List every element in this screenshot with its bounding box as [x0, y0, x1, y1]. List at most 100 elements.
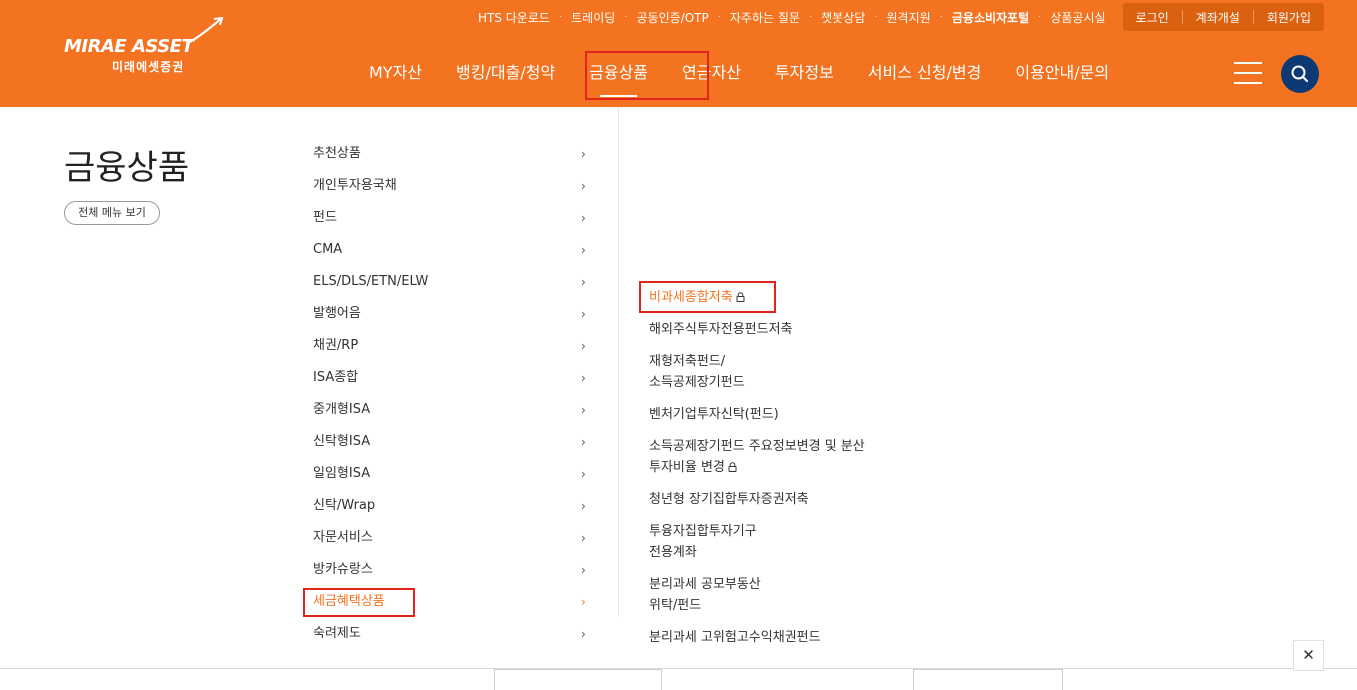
partial-input[interactable] [913, 669, 1063, 690]
submenu-item-label: 분리과세 고위험고수익채권펀드 [649, 630, 821, 645]
lnb-item-label: ELS/DLS/ETN/ELW [313, 274, 429, 289]
lnb-item[interactable]: 펀드 › [313, 202, 593, 234]
lnb-item-label: 채권/RP [313, 338, 359, 353]
submenu-item-label: 해외주식투자전용펀드저축 [649, 322, 793, 337]
close-icon: ✕ [1302, 646, 1315, 664]
submenu-item-label: 전용계좌 [649, 545, 697, 560]
main-nav: MY자산 뱅킹/대출/청약 금융상품 연금자산 투자정보 서비스 신청/변경 이… [352, 55, 1126, 97]
gnb-my-assets[interactable]: MY자산 [352, 55, 439, 91]
search-button[interactable] [1281, 55, 1319, 93]
chevron-right-icon: › [581, 307, 586, 321]
lnb-item-label: 신탁/Wrap [313, 498, 376, 513]
mirae-asset-logo[interactable]: MIRAE ASSET 미래에셋증권 [64, 16, 234, 78]
submenu-item-label: 소득공제장기펀드 [649, 375, 745, 390]
lnb-item-label: ISA종합 [313, 370, 359, 385]
submenu-item[interactable]: 소득공제장기펀드 주요정보변경 및 분산투자비율 변경 [649, 436, 919, 478]
login-link[interactable]: 로그인 [1123, 9, 1182, 26]
account-links: 로그인 계좌개설 회원가입 [1122, 3, 1324, 31]
lnb-item-label: 펀드 [313, 210, 337, 225]
lnb-item-label: 개인투자용국채 [313, 178, 397, 193]
logo-text-ko: 미래에셋증권 [112, 60, 185, 74]
chevron-right-icon: › [581, 595, 586, 609]
util-link-disclosure[interactable]: 상품공시실 [1041, 9, 1114, 26]
menu-divider [618, 107, 619, 617]
submenu-item-label: 투자비율 변경 [649, 460, 725, 475]
chevron-right-icon: › [581, 499, 586, 513]
lnb-item[interactable]: 숙려제도 › [313, 618, 593, 650]
partial-input[interactable] [494, 669, 662, 690]
submenu-item[interactable]: 벤처기업투자신탁(펀드) [649, 404, 919, 425]
category-menu: 추천상품 › 개인투자용국채 › 펀드 › CMA › ELS/DLS/ETN/ELW › 발행어음… [313, 138, 593, 650]
submenu-item[interactable]: 청년형 장기집합투자증권저축 [649, 489, 919, 510]
chevron-right-icon: › [581, 371, 586, 385]
util-link-remote[interactable]: 원격지원 [878, 9, 940, 26]
lnb-item-label: 일임형ISA [313, 466, 371, 481]
gnb-guide-inquiry[interactable]: 이용안내/문의 [998, 55, 1126, 91]
util-link-hts[interactable]: HTS 다운로드 [469, 9, 559, 26]
chevron-right-icon: › [581, 243, 586, 257]
chevron-right-icon: › [581, 147, 586, 161]
lnb-item[interactable]: 채권/RP › [313, 330, 593, 362]
search-icon [1291, 65, 1309, 83]
lnb-item[interactable]: 일임형ISA › [313, 458, 593, 490]
gnb-investment-info[interactable]: 투자정보 [758, 55, 851, 91]
lnb-item-label: 추천상품 [313, 146, 361, 161]
submenu-item-label: 분리과세 공모부동산 [649, 577, 761, 592]
lnb-item[interactable]: 추천상품 › [313, 138, 593, 170]
gnb-annotation-box [585, 51, 709, 100]
lnb-item[interactable]: ELS/DLS/ETN/ELW › [313, 266, 593, 298]
submenu-item[interactable]: 재형저축펀드/소득공제장기펀드 [649, 351, 919, 393]
utility-nav: HTS 다운로드 · 트레이딩 · 공동인증/OTP · 자주하는 질문 · 챗… [469, 3, 1324, 31]
lnb-item[interactable]: 신탁/Wrap › [313, 490, 593, 522]
open-account-link[interactable]: 계좌개설 [1183, 9, 1253, 26]
lock-icon [728, 458, 737, 472]
lnb-item[interactable]: 신탁형ISA › [313, 426, 593, 458]
lnb-item[interactable]: 개인투자용국채 › [313, 170, 593, 202]
submenu-item[interactable]: 해외주식투자전용펀드저축 [649, 319, 919, 340]
util-link-chatbot[interactable]: 챗봇상담 [812, 9, 874, 26]
submenu-annotation-box [639, 281, 776, 313]
submenu-item[interactable]: 분리과세 고위험고수익채권펀드 [649, 627, 919, 648]
lnb-item-label: 자문서비스 [313, 530, 373, 545]
lnb-item[interactable]: 자문서비스 › [313, 522, 593, 554]
submenu-list: 비과세종합저축 해외주식투자전용펀드저축 재형저축펀드/소득공제장기펀드 벤처기업투자… [649, 287, 919, 659]
lnb-item-label: 방카슈랑스 [313, 562, 373, 577]
lnb-item[interactable]: ISA종합 › [313, 362, 593, 394]
util-link-consumer-portal[interactable]: 금융소비자포털 [943, 9, 1038, 26]
submenu-item-label: 재형저축펀드/ [649, 354, 726, 369]
util-link-cert[interactable]: 공동인증/OTP [627, 9, 717, 26]
chevron-right-icon: › [581, 467, 586, 481]
lnb-item-label: 숙려제도 [313, 626, 361, 641]
gnb-service-request[interactable]: 서비스 신청/변경 [851, 55, 999, 91]
chevron-right-icon: › [581, 627, 586, 641]
gnb-banking[interactable]: 뱅킹/대출/청약 [439, 55, 572, 91]
lnb-item[interactable]: CMA › [313, 234, 593, 266]
submenu-item-label: 위탁/펀드 [649, 598, 702, 613]
lnb-item-label: 발행어음 [313, 306, 361, 321]
submenu-item[interactable]: 분리과세 공모부동산위탁/펀드 [649, 574, 919, 616]
chevron-right-icon: › [581, 531, 586, 545]
submenu-item-label: 투융자집합투자기구 [649, 524, 757, 539]
util-link-trading[interactable]: 트레이딩 [562, 9, 624, 26]
close-button[interactable]: ✕ [1293, 640, 1324, 671]
lnb-item[interactable]: 중개형ISA › [313, 394, 593, 426]
chevron-right-icon: › [581, 339, 586, 353]
submenu-item-label: 소득공제장기펀드 주요정보변경 및 분산 [649, 439, 865, 454]
logo-text-en: MIRAE ASSET [64, 36, 194, 57]
hamburger-icon[interactable] [1234, 62, 1262, 84]
content-divider [0, 668, 1357, 669]
util-link-faq[interactable]: 자주하는 질문 [721, 9, 809, 26]
submenu-item[interactable]: 투융자집합투자기구전용계좌 [649, 521, 919, 563]
lnb-item[interactable]: 방카슈랑스 › [313, 554, 593, 586]
chevron-right-icon: › [581, 211, 586, 225]
submenu-item-label: 벤처기업투자신탁(펀드) [649, 407, 779, 422]
all-menu-button[interactable]: 전체 메뉴 보기 [64, 201, 160, 225]
page-title: 금융상품 [64, 148, 190, 188]
lnb-annotation-box [303, 588, 415, 617]
chevron-right-icon: › [581, 403, 586, 417]
lnb-item-label: 신탁형ISA [313, 434, 371, 449]
lnb-item[interactable]: 발행어음 › [313, 298, 593, 330]
lnb-item-label: 중개형ISA [313, 402, 371, 417]
chevron-right-icon: › [581, 179, 586, 193]
signup-link[interactable]: 회원가입 [1254, 9, 1324, 26]
